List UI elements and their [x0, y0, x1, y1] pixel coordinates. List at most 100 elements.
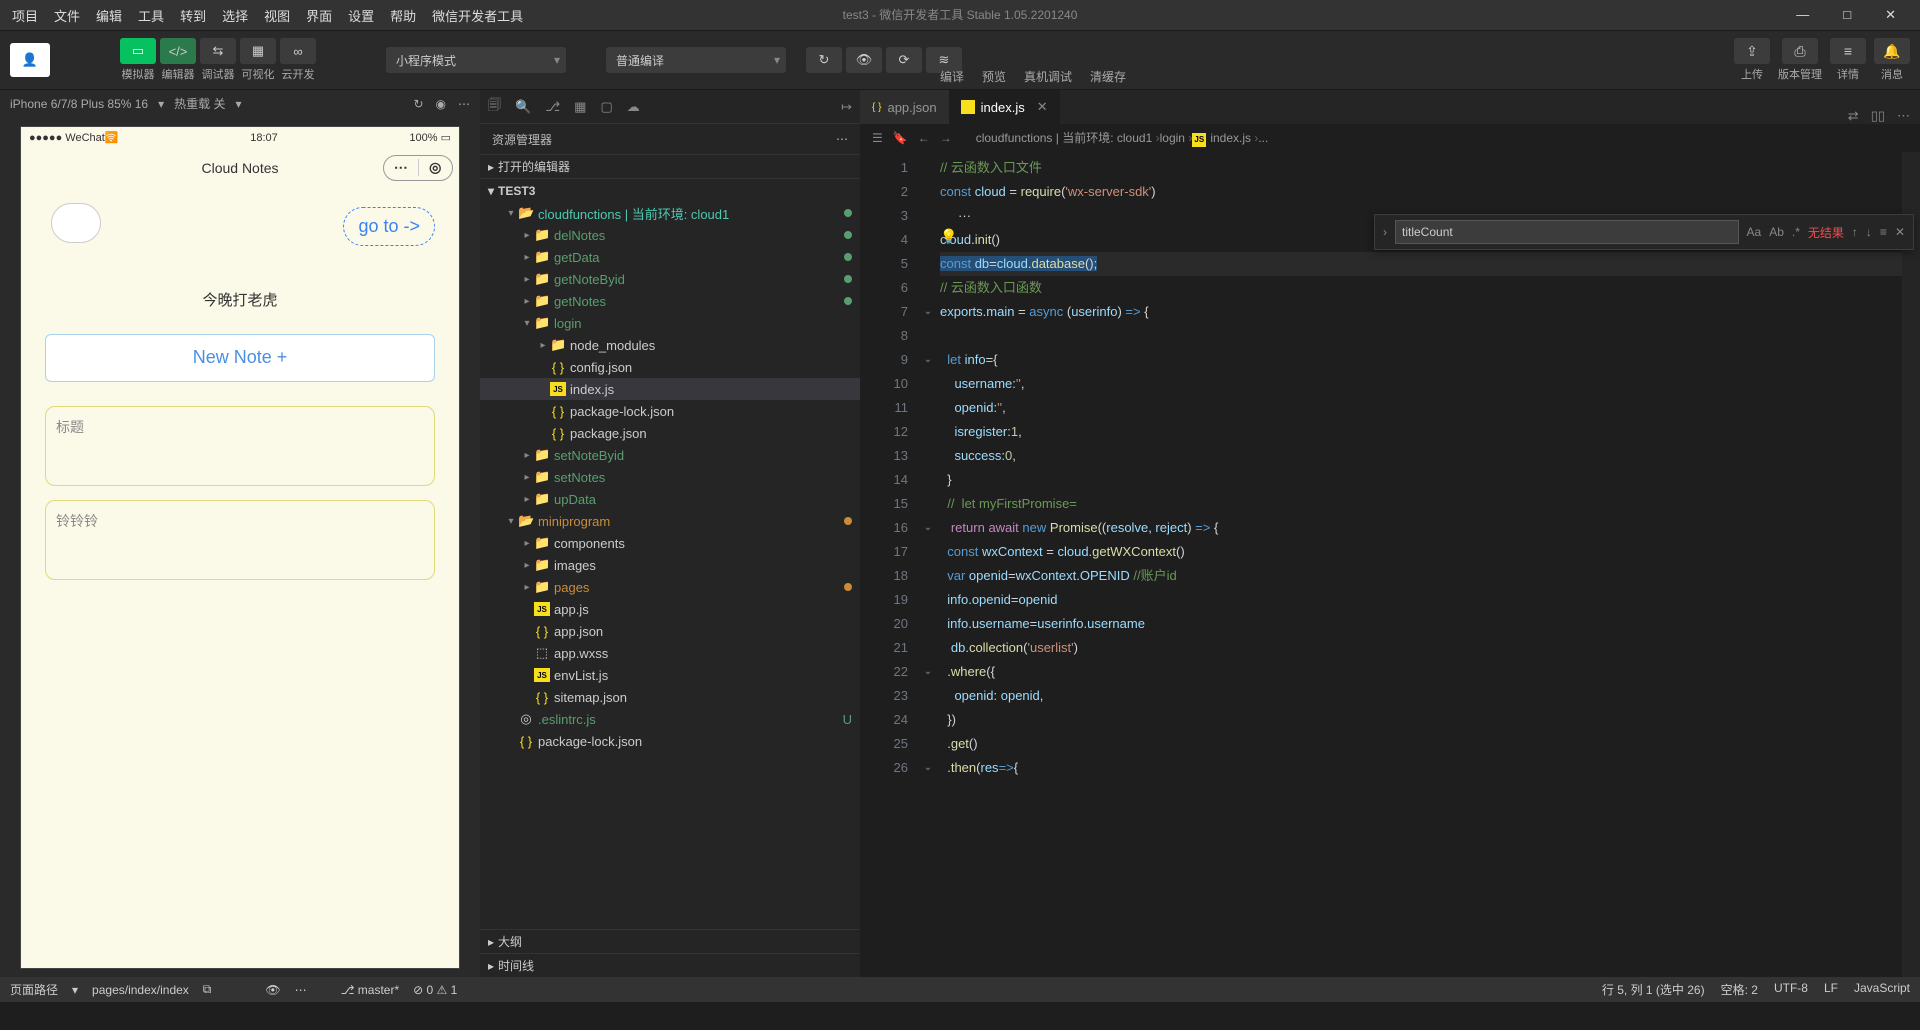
- tree-item[interactable]: ▸ 📁 components: [480, 532, 860, 554]
- tree-item[interactable]: { } sitemap.json: [480, 686, 860, 708]
- find-expand-icon[interactable]: ›: [1383, 225, 1387, 239]
- menu-item[interactable]: 帮助: [382, 6, 424, 25]
- toolbar-right-button[interactable]: ⇪: [1734, 38, 1770, 64]
- compile-button[interactable]: ↻: [806, 47, 842, 73]
- tree-item[interactable]: ▸ 📁 setNotes: [480, 466, 860, 488]
- menu-item[interactable]: 设置: [340, 6, 382, 25]
- outline-section[interactable]: ▸ 大纲: [480, 929, 860, 953]
- tree-item[interactable]: { } package-lock.json: [480, 730, 860, 752]
- tree-item[interactable]: ⬚ app.wxss: [480, 642, 860, 664]
- tree-item[interactable]: JS envList.js: [480, 664, 860, 686]
- list-icon[interactable]: ☰: [872, 131, 883, 145]
- compile-dropdown[interactable]: 普通编译: [606, 47, 786, 73]
- avatar-button[interactable]: 👤: [10, 43, 50, 77]
- tree-item[interactable]: ▸ 📁 getData: [480, 246, 860, 268]
- status-item[interactable]: 行 5, 列 1 (选中 26): [1602, 981, 1705, 998]
- page-path-value[interactable]: pages/index/index: [92, 983, 189, 997]
- bookmark-icon[interactable]: 🔖: [893, 131, 908, 145]
- regex-icon[interactable]: .*: [1792, 225, 1800, 239]
- note-card[interactable]: 标题: [45, 406, 435, 486]
- tree-item[interactable]: { } package.json: [480, 422, 860, 444]
- menu-item[interactable]: 工具: [130, 6, 172, 25]
- menu-item[interactable]: 项目: [4, 6, 46, 25]
- preview-button[interactable]: 👁: [846, 47, 882, 73]
- copy-icon[interactable]: ⧉: [203, 982, 212, 997]
- tree-item[interactable]: ▸ 📁 images: [480, 554, 860, 576]
- menu-item[interactable]: 微信开发者工具: [424, 6, 531, 25]
- menu-item[interactable]: 转到: [172, 6, 214, 25]
- collapse-icon[interactable]: ↦: [841, 99, 852, 115]
- eye-icon[interactable]: 👁: [265, 983, 280, 997]
- cloud-button[interactable]: ∞: [280, 38, 316, 64]
- tree-item[interactable]: JS app.js: [480, 598, 860, 620]
- crumb-item[interactable]: JSindex.js: [1192, 131, 1251, 145]
- refresh-icon[interactable]: ↻: [413, 97, 423, 111]
- debugger-button[interactable]: ⇆: [200, 38, 236, 64]
- editor-tab[interactable]: { }app.json: [860, 90, 949, 124]
- tree-item[interactable]: ▸ 📁 setNoteByid: [480, 444, 860, 466]
- capsule-button[interactable]: ⋯◎: [383, 155, 453, 181]
- status-item[interactable]: LF: [1824, 981, 1838, 998]
- tree-item[interactable]: ▸ 📁 getNotes: [480, 290, 860, 312]
- tree-item[interactable]: ▾ 📂 cloudfunctions | 当前环境: cloud1: [480, 202, 860, 224]
- menu-item[interactable]: 文件: [46, 6, 88, 25]
- menu-item[interactable]: 视图: [256, 6, 298, 25]
- toolbar-right-button[interactable]: ⎙: [1782, 38, 1818, 64]
- split-icon[interactable]: ▯▯: [1871, 108, 1885, 124]
- branch-icon[interactable]: ⎇: [545, 99, 560, 115]
- search-icon[interactable]: 🔍: [515, 99, 531, 115]
- tab-more-icon[interactable]: ⋯: [1897, 108, 1910, 124]
- reload-toggle[interactable]: 热重载 关: [174, 95, 225, 112]
- goto-button[interactable]: go to ->: [343, 207, 435, 246]
- minimize-icon[interactable]: —: [1788, 7, 1817, 23]
- remote-debug-button[interactable]: ⟳: [886, 47, 922, 73]
- tree-item[interactable]: ▾ 📂 miniprogram: [480, 510, 860, 532]
- tree-item[interactable]: ▾ 📁 login: [480, 312, 860, 334]
- tree-item[interactable]: ▸ 📁 getNoteByid: [480, 268, 860, 290]
- whole-word-icon[interactable]: Ab: [1769, 225, 1784, 239]
- toolbar-right-button[interactable]: ≡: [1830, 38, 1866, 64]
- tree-item[interactable]: ◎ .eslintrc.js U: [480, 708, 860, 730]
- find-close-icon[interactable]: ✕: [1895, 225, 1905, 239]
- visual-button[interactable]: ▦: [240, 38, 276, 64]
- explorer-more-icon[interactable]: ⋯: [836, 132, 848, 146]
- crumb-item[interactable]: login: [1160, 131, 1185, 145]
- minimap[interactable]: [1902, 152, 1920, 977]
- tree-item[interactable]: ▸ 📁 node_modules: [480, 334, 860, 356]
- prev-match-icon[interactable]: ↑: [1852, 225, 1858, 239]
- project-root[interactable]: ▾ TEST3: [480, 178, 860, 202]
- tree-item[interactable]: JS index.js: [480, 378, 860, 400]
- note-card[interactable]: 铃铃铃: [45, 500, 435, 580]
- page-path-label[interactable]: 页面路径: [10, 981, 58, 998]
- status-item[interactable]: JavaScript: [1854, 981, 1910, 998]
- find-filter-icon[interactable]: ≡: [1880, 225, 1887, 239]
- record-icon[interactable]: ◉: [436, 97, 446, 111]
- maximize-icon[interactable]: □: [1835, 7, 1859, 23]
- tree-item[interactable]: { } package-lock.json: [480, 400, 860, 422]
- crumb-item[interactable]: ...: [1258, 131, 1268, 145]
- tree-item[interactable]: { } config.json: [480, 356, 860, 378]
- more-icon[interactable]: ⋯: [458, 97, 470, 111]
- editor-tab[interactable]: JSindex.js✕: [949, 90, 1060, 124]
- back-icon[interactable]: ←: [918, 131, 930, 145]
- device-selector[interactable]: iPhone 6/7/8 Plus 85% 16: [10, 97, 148, 111]
- new-note-button[interactable]: New Note +: [45, 334, 435, 382]
- mode-dropdown[interactable]: 小程序模式: [386, 47, 566, 73]
- tree-item[interactable]: ▸ 📁 delNotes: [480, 224, 860, 246]
- opened-editors-section[interactable]: ▸ 打开的编辑器: [480, 154, 860, 178]
- tree-item[interactable]: ▸ 📁 upData: [480, 488, 860, 510]
- menu-item[interactable]: 编辑: [88, 6, 130, 25]
- editor-button[interactable]: </>: [160, 38, 196, 64]
- find-input[interactable]: [1395, 220, 1739, 244]
- code-editor[interactable]: // 云函数入口文件const cloud = require('wx-serv…: [936, 152, 1902, 977]
- menu-item[interactable]: 界面: [298, 6, 340, 25]
- close-icon[interactable]: ✕: [1877, 7, 1904, 23]
- lightbulb-icon[interactable]: 💡: [940, 228, 957, 245]
- box-icon[interactable]: ▢: [600, 99, 612, 115]
- next-match-icon[interactable]: ↓: [1866, 225, 1872, 239]
- status-more-icon[interactable]: ⋯: [295, 983, 307, 997]
- tab-close-icon[interactable]: ✕: [1037, 99, 1048, 115]
- menu-item[interactable]: 选择: [214, 6, 256, 25]
- match-case-icon[interactable]: Aa: [1747, 225, 1762, 239]
- status-item[interactable]: 空格: 2: [1721, 981, 1758, 998]
